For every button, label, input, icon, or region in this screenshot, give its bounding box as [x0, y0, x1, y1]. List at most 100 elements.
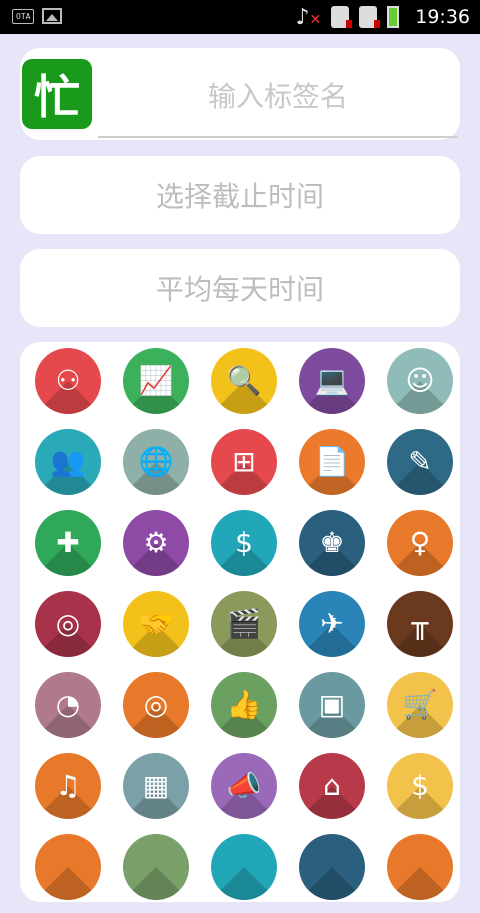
gear-icon[interactable]: ⚙ [123, 510, 189, 576]
support-agent-icon[interactable]: ☺ [387, 348, 453, 414]
dining-table-icon[interactable]: ╥ [387, 591, 453, 657]
hierarchy-icon[interactable]: ⊞ [211, 429, 277, 495]
icon-picker: ⚇ 📈 🔍 💻 ☺ 👥 🌐 ⊞ 📄 ✎ ✚ ⚙ $ ♚ ♀ ◎ 🤝 🎬 ✈ ╥ ◔ ◎ 👍 ▣ 🛒 ♫ ▦ 📣 ⌂ $ [20, 342, 460, 902]
icon-option[interactable]: ♚ [288, 508, 376, 589]
icon-glyph: 🤝 [138, 607, 174, 640]
icon-option[interactable]: 💻 [288, 346, 376, 427]
pie-chart-icon[interactable]: ◔ [35, 672, 101, 738]
icon-option[interactable]: $ [200, 508, 288, 589]
icon-option[interactable] [376, 832, 464, 913]
icon-option[interactable]: 👥 [24, 427, 112, 508]
icon-glyph: ✎ [408, 445, 432, 478]
icon-option[interactable]: ♀ [376, 508, 464, 589]
status-bar: OTA ♪✕ 19:36 [0, 0, 480, 34]
icon-option[interactable]: ⚙ [112, 508, 200, 589]
presentation-icon[interactable]: 📈 [123, 348, 189, 414]
icon-glyph: ╥ [411, 607, 429, 640]
icon-option[interactable]: ☺ [376, 346, 464, 427]
icon-option[interactable]: 📈 [112, 346, 200, 427]
puzzle-icon[interactable]: ✚ [35, 510, 101, 576]
partial-icon-3[interactable] [211, 834, 277, 900]
target-icon[interactable]: ◎ [123, 672, 189, 738]
icon-option[interactable]: ✈ [288, 589, 376, 670]
icon-option[interactable]: 🎬 [200, 589, 288, 670]
icon-option[interactable]: 🛒 [376, 670, 464, 751]
icon-option[interactable] [288, 832, 376, 913]
icon-glyph: 🎬 [226, 607, 262, 640]
icon-glyph: ✚ [56, 526, 80, 559]
org-chart-icon[interactable]: ⚇ [35, 348, 101, 414]
icon-glyph: ◎ [55, 607, 81, 640]
icon-option[interactable]: ✎ [376, 427, 464, 508]
icon-option[interactable]: 📣 [200, 751, 288, 832]
icon-option[interactable]: ◎ [24, 589, 112, 670]
app-logo: 忙 [22, 59, 92, 129]
bar-blocks-icon[interactable]: ▦ [123, 753, 189, 819]
businesswoman-icon[interactable]: ♀ [387, 510, 453, 576]
icon-option[interactable]: ⚇ [24, 346, 112, 427]
megaphone-icon[interactable]: 📣 [211, 753, 277, 819]
icon-option[interactable]: 🌐 [112, 427, 200, 508]
icon-glyph: $ [411, 769, 429, 802]
icon-glyph: 🌐 [138, 445, 174, 478]
icon-glyph: ⊞ [232, 445, 256, 478]
icon-option[interactable] [200, 832, 288, 913]
icon-glyph: ◎ [143, 688, 169, 721]
icon-glyph: 🔍 [226, 364, 262, 397]
tag-name-input[interactable] [98, 56, 458, 138]
icon-glyph: ⚙ [143, 526, 169, 559]
document-edit-icon[interactable]: ✎ [387, 429, 453, 495]
dollar-icon[interactable]: $ [211, 510, 277, 576]
ota-icon: OTA [12, 8, 35, 24]
icon-option[interactable] [112, 832, 200, 913]
partial-icon-4[interactable] [299, 834, 365, 900]
icon-option[interactable]: 🤝 [112, 589, 200, 670]
partial-icon-1[interactable] [35, 834, 101, 900]
icon-option[interactable]: ◔ [24, 670, 112, 751]
partial-icon-5[interactable] [387, 834, 453, 900]
partial-icon-2[interactable] [123, 834, 189, 900]
battery-icon [387, 6, 400, 28]
package-icon[interactable]: ▣ [299, 672, 365, 738]
icon-option[interactable]: ▦ [112, 751, 200, 832]
icon-option[interactable]: ⊞ [200, 427, 288, 508]
icon-option[interactable]: ♫ [24, 751, 112, 832]
icon-option[interactable] [24, 832, 112, 913]
icon-glyph: ▣ [318, 688, 346, 721]
winner-team-icon[interactable]: ♚ [299, 510, 365, 576]
handshake-icon[interactable]: 🤝 [123, 591, 189, 657]
icon-option[interactable]: 📄 [288, 427, 376, 508]
coin-icon[interactable]: $ [387, 753, 453, 819]
select-deadline-button[interactable]: 选择截止时间 [20, 156, 460, 234]
icon-glyph: ▦ [142, 769, 170, 802]
icon-glyph: ✈ [320, 607, 344, 640]
icon-option[interactable]: $ [376, 751, 464, 832]
icon-option[interactable]: 🔍 [200, 346, 288, 427]
network-people-icon[interactable]: ◎ [35, 591, 101, 657]
storefront-icon[interactable]: ⌂ [299, 753, 365, 819]
icon-option[interactable]: 👍 [200, 670, 288, 751]
resume-icon[interactable]: 📄 [299, 429, 365, 495]
icon-glyph: 👍 [226, 688, 262, 721]
icon-option[interactable]: ◎ [112, 670, 200, 751]
icon-option[interactable]: ⌂ [288, 751, 376, 832]
icon-glyph: ☺ [405, 364, 435, 397]
icon-glyph: ⌂ [323, 769, 341, 802]
global-location-icon[interactable]: 🌐 [123, 429, 189, 495]
icon-glyph: ⚇ [55, 364, 81, 397]
video-call-icon[interactable]: 💻 [299, 348, 365, 414]
user-search-icon[interactable]: 🔍 [211, 348, 277, 414]
film-clapper-icon[interactable]: 🎬 [211, 591, 277, 657]
thumbs-up-icon[interactable]: 👍 [211, 672, 277, 738]
icon-option[interactable]: ✚ [24, 508, 112, 589]
shopping-cart-icon[interactable]: 🛒 [387, 672, 453, 738]
icon-glyph: ♫ [55, 769, 81, 802]
team-icon[interactable]: 👥 [35, 429, 101, 495]
icon-glyph: 📈 [138, 364, 174, 397]
icon-option[interactable]: ▣ [288, 670, 376, 751]
music-note-icon[interactable]: ♫ [35, 753, 101, 819]
icon-option[interactable]: ╥ [376, 589, 464, 670]
daily-average-button[interactable]: 平均每天时间 [20, 249, 460, 327]
airport-sign-icon[interactable]: ✈ [299, 591, 365, 657]
sim1-icon [331, 6, 353, 28]
